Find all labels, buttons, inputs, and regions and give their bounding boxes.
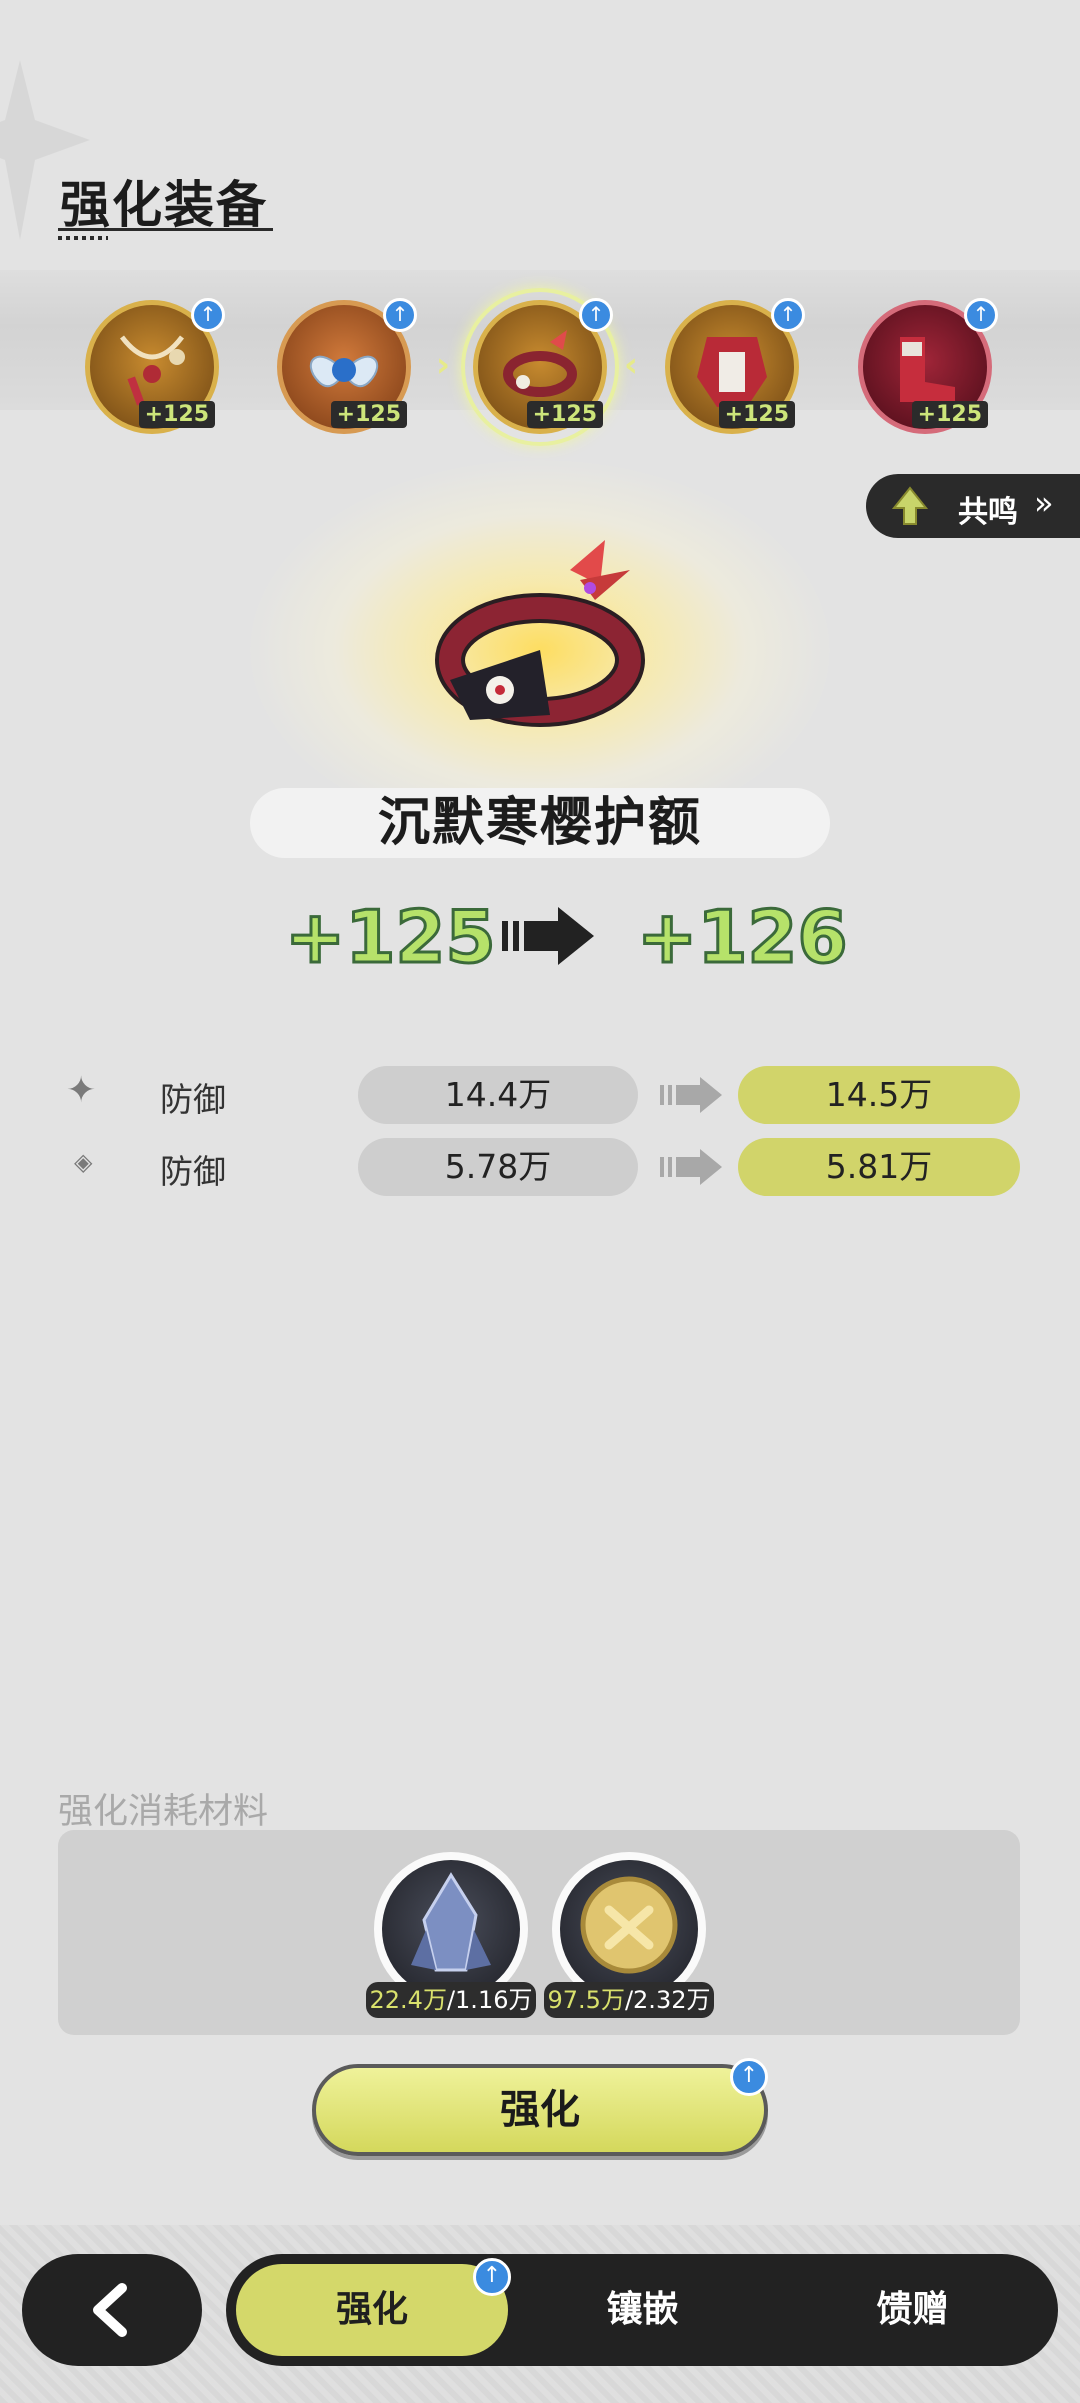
materials-panel — [58, 1830, 1020, 2035]
tab-enhance[interactable]: 强化 — [236, 2264, 508, 2356]
material-count: 97.5万/2.32万 — [544, 1982, 714, 2018]
diamond-outline-icon: ◈ — [74, 1148, 93, 1176]
stat-current-value: 5.78万 — [358, 1138, 638, 1196]
upgrade-arrow-icon: ↑ — [579, 298, 613, 332]
material-coin[interactable]: 97.5万/2.32万 — [544, 1852, 714, 2018]
crystal-ore-icon — [411, 1872, 491, 1972]
stat-next-value: 14.5万 — [738, 1066, 1020, 1124]
boots-icon — [900, 337, 955, 402]
equipment-slot-armor[interactable]: +125 ↑ — [665, 298, 805, 434]
next-level: +126 — [636, 894, 850, 981]
stat-arrow-icon — [660, 1149, 722, 1185]
double-chevron-right-icon: » — [1034, 484, 1054, 522]
upgrade-arrow-icon: ↑ — [473, 2258, 511, 2296]
slot-level: +125 — [330, 401, 407, 428]
slot-level: +125 — [526, 401, 603, 428]
equipment-slot-crest[interactable]: +125 ↑ — [277, 298, 417, 434]
slot-level: +125 — [911, 401, 988, 428]
stat-arrow-icon — [660, 1077, 722, 1113]
upgrade-arrow-icon: ↑ — [383, 298, 417, 332]
selection-chevron-left-icon: ‹ — [624, 345, 639, 385]
back-button[interactable] — [22, 2254, 202, 2366]
equipment-slot-boots[interactable]: +125 ↑ — [858, 298, 998, 434]
chevron-left-icon — [93, 2283, 127, 2337]
four-point-star-icon: ✦ — [66, 1070, 97, 1111]
tab-gift[interactable]: 馈赠 — [800, 2264, 1025, 2356]
material-crystal[interactable]: 22.4万/1.16万 — [366, 1852, 536, 2018]
necklace-icon — [120, 335, 185, 406]
gold-coin-icon — [580, 1876, 678, 1974]
current-level: +125 — [284, 894, 498, 981]
armor-icon — [697, 337, 767, 407]
headband-icon — [435, 540, 645, 727]
title-dots — [58, 236, 108, 240]
resonance-arrow-icon — [891, 486, 929, 525]
upgrade-arrow-icon: ↑ — [730, 2058, 768, 2096]
item-name: 沉默寒樱护额 — [250, 788, 830, 858]
resonance-label: 共鸣 — [958, 495, 1018, 530]
page-title: 强化装备 — [60, 176, 268, 234]
materials-title: 强化消耗材料 — [58, 1792, 269, 1832]
equipment-slot-headband[interactable]: +125 ↑ — [461, 288, 619, 446]
upgrade-arrow-icon: ↑ — [964, 298, 998, 332]
selection-chevron-right-icon: › — [436, 345, 451, 385]
tab-inlay[interactable]: 镶嵌 — [530, 2264, 755, 2356]
stat-current-value: 14.4万 — [358, 1066, 638, 1124]
stat-next-value: 5.81万 — [738, 1138, 1020, 1196]
upgrade-arrow-icon: ↑ — [191, 298, 225, 332]
equipment-slot-necklace[interactable]: +125 ↑ — [85, 298, 225, 434]
resonance-button[interactable]: 共鸣 » — [866, 474, 1080, 538]
slot-level: +125 — [718, 401, 795, 428]
stat-label: 防御 — [160, 1152, 226, 1191]
slot-level: +125 — [138, 401, 215, 428]
stat-label: 防御 — [160, 1080, 226, 1119]
enhance-button[interactable]: 强化 — [312, 2064, 768, 2156]
material-count: 22.4万/1.16万 — [366, 1982, 536, 2018]
headband-icon — [503, 330, 577, 397]
upgrade-arrow-icon: ↑ — [771, 298, 805, 332]
crest-orb-icon — [309, 355, 379, 388]
level-arrow-icon — [502, 907, 594, 965]
title-underline — [58, 228, 273, 231]
